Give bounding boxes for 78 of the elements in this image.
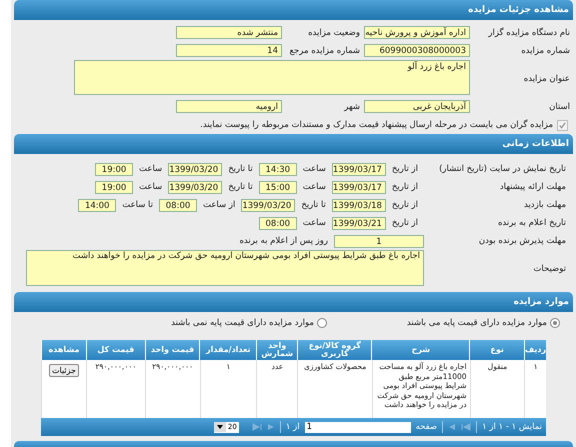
text-area[interactable]: اجاره باغ طبق شرایط پیوستی افراد بومی شهرستان ارومیه حق شرکت در مزایده را خواهند داشت <box>26 250 424 286</box>
time-field[interactable]: 19:00 <box>95 162 134 176</box>
field-label: نام دستگاه مزایده گزار <box>487 28 571 38</box>
radio-button[interactable] <box>550 318 560 328</box>
field-label: ساعت <box>302 182 326 192</box>
first-page-icon[interactable] <box>252 423 262 431</box>
date-field[interactable]: 1399/03/20 <box>168 162 222 176</box>
text-field[interactable]: ارومیه <box>176 100 282 113</box>
field-label: از تاریخ <box>392 200 418 210</box>
time-field[interactable]: 19:00 <box>95 180 134 194</box>
column-header: نوع <box>469 340 524 360</box>
field-label: ساعت <box>302 218 326 228</box>
field-label: ساعت <box>302 164 326 174</box>
field-label: وضعیت مزایده <box>307 28 361 38</box>
column-header: ردیف <box>524 340 546 360</box>
field-label: تا تاریخ <box>228 182 253 192</box>
field-label: شماره مزایده مرجع <box>288 46 361 56</box>
text-field[interactable]: آذربایجان غربی <box>364 100 470 113</box>
field-label: مهلت پذیرش برنده بودن <box>478 236 567 246</box>
text-field[interactable]: 14 <box>176 44 282 57</box>
page-input[interactable]: 1 <box>304 422 411 432</box>
section-title: اطلاعات زمانی <box>502 139 569 149</box>
field-label: از تاریخ <box>392 164 418 174</box>
caret-icon <box>214 422 226 432</box>
field-label: تا ساعت <box>122 200 154 210</box>
field-label: توضیحات <box>532 264 567 274</box>
field-label: از تاریخ <box>392 182 418 192</box>
field-label: شماره مزایده <box>520 46 571 56</box>
time-field[interactable]: 14:00 <box>78 198 116 212</box>
text-field[interactable]: اداره آموزش و پرورش ناحیه <box>364 26 470 39</box>
text-field[interactable]: 1 <box>334 234 424 248</box>
date-field[interactable]: 1399/03/21 <box>332 216 386 230</box>
column-header: واحد شمارش <box>256 340 298 360</box>
field-label: تا تاریخ <box>228 164 253 174</box>
field-label: تاریخ اعلام به برنده <box>496 218 567 228</box>
field-label: ساعت <box>139 164 162 174</box>
radio-label: موارد مزایده دارای قیمت پایه نمی باشند <box>171 318 314 328</box>
field-label: عنوان مزایده <box>522 74 571 84</box>
date-field[interactable]: 1399/03/20 <box>168 180 222 194</box>
field-label: از تاریخ <box>392 218 418 228</box>
details-button[interactable]: جزئیات <box>49 364 79 377</box>
field-label: مهلت ارائه پیشنهاد <box>498 182 567 192</box>
field-label: مهلت بازدید <box>522 200 567 210</box>
time-field[interactable]: 15:00 <box>258 180 297 194</box>
last-page-icon[interactable] <box>461 423 472 431</box>
section-title: مشاهده جزئیات مزایده <box>468 5 569 15</box>
column-header: شرح <box>371 340 470 360</box>
field-label: ساعت <box>139 182 162 192</box>
previous-page-icon[interactable] <box>448 423 456 431</box>
section-title: موارد مزایده <box>514 297 569 307</box>
column-header: تعداد/مقدار <box>199 340 256 360</box>
text-area[interactable]: اجاره باغ زرد آلو <box>74 60 470 95</box>
page-count: از ۱ <box>286 422 300 432</box>
page-label: صفحه <box>416 422 438 432</box>
column-header: قیمت کل <box>86 340 145 360</box>
field-label: استان <box>548 102 571 112</box>
column-header: مشاهده <box>41 340 86 360</box>
text-field[interactable]: 6099000308000003 <box>364 44 470 57</box>
radio-button[interactable] <box>316 318 327 328</box>
time-field[interactable]: 08:00 <box>258 216 297 230</box>
time-field[interactable]: 08:00 <box>159 198 198 212</box>
date-field[interactable]: 1399/03/20 <box>241 198 296 212</box>
column-header: قیمت واحد <box>144 340 200 360</box>
field-label: تاریخ نمایش در سایت (تاریخ انتشار) <box>438 164 567 174</box>
field-label: از ساعت <box>203 200 236 210</box>
field-label: شهر <box>342 102 361 112</box>
field-label: روز پس از اعلام به برنده <box>239 236 328 246</box>
radio-label: موارد مزایده دارای قیمت پایه می باشند <box>406 318 547 328</box>
checkbox-label: مزایده گران می بایست در مرحله ارسال پیشنهاد قیمت مدارک و مستندات مربوطه را پیوست نمایند. <box>200 120 553 130</box>
next-page-icon[interactable] <box>266 423 275 431</box>
date-field[interactable]: 1399/03/17 <box>332 162 386 176</box>
time-field[interactable]: 14:30 <box>258 162 297 176</box>
pager-summary: نمایش ۱ - ۱ از ۱ <box>482 422 542 432</box>
date-field[interactable]: 1399/03/17 <box>332 180 386 194</box>
field-label: تا تاریخ <box>301 200 326 210</box>
column-header: گروه کالا/نوع کاربری <box>297 340 372 360</box>
text-field[interactable]: منتشر شده <box>176 26 282 39</box>
date-field[interactable]: 1399/03/18 <box>332 198 386 212</box>
